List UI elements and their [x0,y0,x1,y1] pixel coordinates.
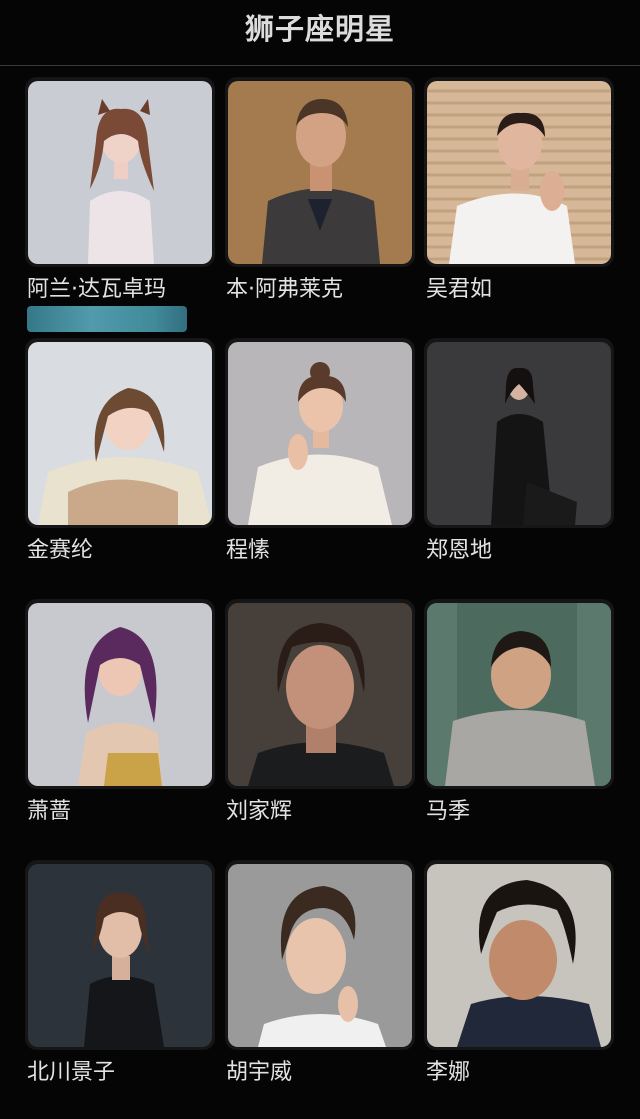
page-header: 狮子座明星 [0,0,640,66]
celebrity-card[interactable] [225,77,415,267]
celebrity-name[interactable]: 李娜 [426,1059,470,1087]
celebrity-photo [427,603,611,786]
celebrity-photo [427,864,611,1047]
celebrity-card[interactable] [424,860,614,1050]
celebrity-photo [228,81,412,264]
celebrity-photo [427,342,611,525]
celebrity-photo [228,342,412,525]
celebrity-photo [28,342,212,525]
celebrity-name[interactable]: 郑恩地 [426,537,492,565]
celebrity-photo [28,864,212,1047]
celebrity-name[interactable]: 金赛纶 [27,537,93,565]
celebrity-name[interactable]: 刘家辉 [226,798,292,826]
celebrity-card[interactable] [424,599,614,789]
celebrity-card[interactable] [25,599,215,789]
celebrity-card[interactable] [424,77,614,267]
celebrity-card[interactable] [25,860,215,1050]
celebrity-photo [427,81,611,264]
celebrity-photo [28,81,212,264]
celebrity-card[interactable] [225,599,415,789]
celebrity-name[interactable]: 马季 [426,798,470,826]
celebrity-name[interactable]: 程愫 [226,537,270,565]
celebrity-card[interactable] [424,338,614,528]
celebrity-name[interactable]: 萧蔷 [27,798,71,826]
page-title: 狮子座明星 [244,11,395,46]
celebrity-photo [28,603,212,786]
celebrity-name[interactable]: 胡宇威 [226,1059,292,1087]
celebrity-photo [228,864,412,1047]
celebrity-card[interactable] [225,860,415,1050]
redacted-bar [27,306,187,332]
celebrity-card[interactable] [225,338,415,528]
celebrity-name[interactable]: 吴君如 [426,276,492,304]
celebrity-name[interactable]: 本·阿弗莱克 [226,276,343,304]
celebrity-card[interactable] [25,338,215,528]
celebrity-photo [228,603,412,786]
celebrity-name[interactable]: 阿兰·达瓦卓玛 [27,276,166,304]
celebrity-name[interactable]: 北川景子 [27,1059,115,1087]
celebrity-card[interactable] [25,77,215,267]
